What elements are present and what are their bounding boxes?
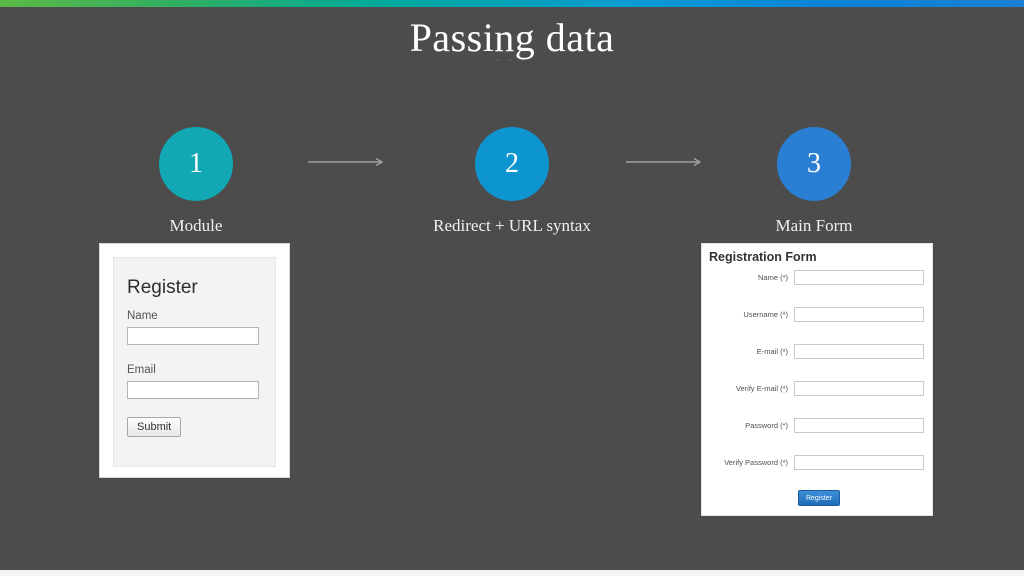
email-input[interactable] (127, 381, 259, 399)
verify-password-field-label: Verify Password (*) (724, 458, 788, 467)
form-row: Verify Password (*) (702, 455, 934, 470)
arrow-step2-to-step3-icon (626, 156, 702, 168)
step-label-3: Main Form (775, 216, 853, 235)
form-row: Verify E-mail (*) (702, 381, 934, 396)
register-form-screenshot: Register Name Email Submit (99, 243, 290, 478)
step-circle-3: 3 (777, 127, 851, 201)
email-field-label: Email (127, 364, 156, 376)
password-input[interactable] (794, 418, 924, 433)
registration-form-screenshot: Registration Form Name (*) Username (*) … (701, 243, 933, 516)
slide-canvas: Passing data · · · 1 Module 2 Redirect +… (0, 0, 1024, 570)
verify-password-input[interactable] (794, 455, 924, 470)
verify-email-input[interactable] (794, 381, 924, 396)
title-underline-dots: · · · (495, 54, 529, 66)
step-label-2: Redirect + URL syntax (433, 216, 591, 235)
arrow-step1-to-step2-icon (308, 156, 384, 168)
form-row: Name (*) (702, 270, 934, 285)
step-label-1: Module (169, 216, 223, 235)
verify-email-field-label: Verify E-mail (*) (735, 384, 788, 393)
step-node-3: 3 Main Form (734, 127, 894, 236)
form-row: E-mail (*) (702, 344, 934, 359)
step-node-1: 1 Module (116, 127, 276, 236)
register-form-heading: Register (127, 277, 198, 298)
registration-form-heading: Registration Form (709, 250, 817, 264)
step-circle-1: 1 (159, 127, 233, 201)
name-field-label: Name (127, 310, 158, 322)
form-row: Password (*) (702, 418, 934, 433)
step-circle-2: 2 (475, 127, 549, 201)
username-field-label: Username (*) (743, 310, 788, 319)
name-input[interactable] (127, 327, 259, 345)
form-row: Username (*) (702, 307, 934, 322)
email-input[interactable] (794, 344, 924, 359)
name-field-label: Name (*) (757, 273, 788, 282)
step-node-2: 2 Redirect + URL syntax (432, 127, 592, 236)
register-button[interactable]: Register (798, 490, 840, 506)
email-field-label: E-mail (*) (756, 347, 788, 356)
bottom-strip (0, 570, 1024, 576)
username-input[interactable] (794, 307, 924, 322)
name-input[interactable] (794, 270, 924, 285)
top-gradient-bar (0, 0, 1024, 7)
submit-button[interactable]: Submit (127, 417, 182, 437)
password-field-label: Password (*) (745, 421, 788, 430)
register-form-panel: Register Name Email Submit (113, 257, 276, 467)
